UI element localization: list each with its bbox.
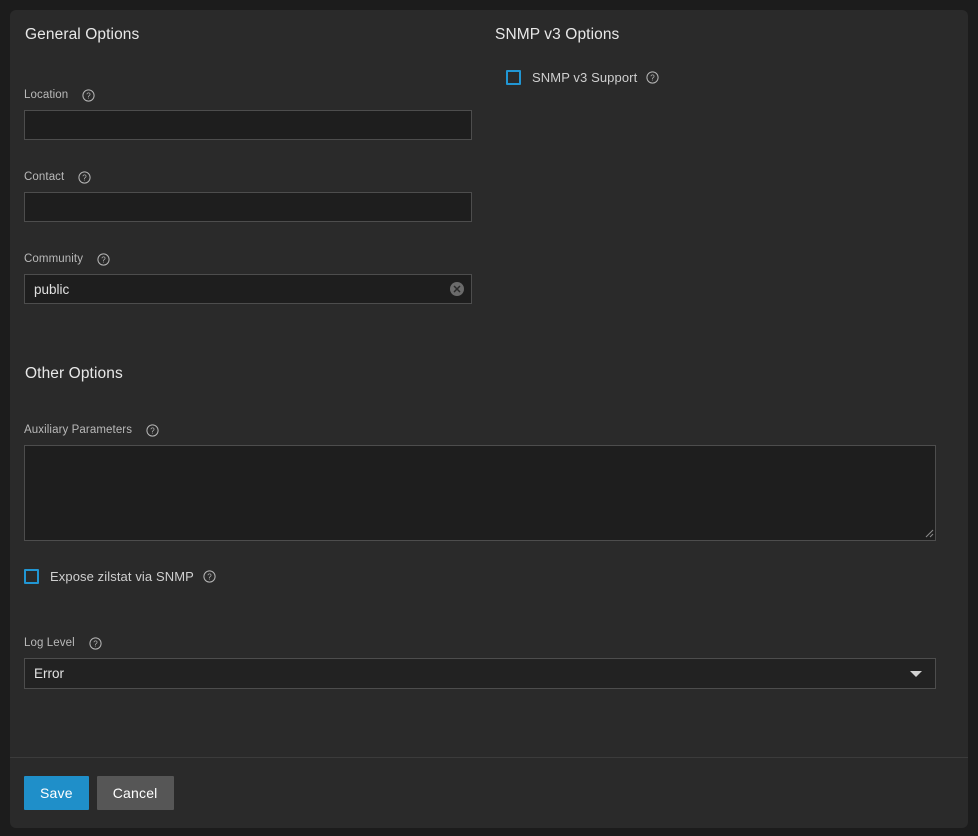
clear-circle-icon[interactable] [450,282,464,296]
help-circle-icon[interactable]: ? [646,71,659,84]
help-circle-icon[interactable]: ? [89,636,102,650]
cancel-button[interactable]: Cancel [96,776,174,810]
help-circle-icon[interactable]: ? [146,423,159,437]
contact-label-row: Contact ? [24,170,494,184]
svg-text:?: ? [83,173,88,182]
log-level-select-wrap: Error [24,658,936,689]
location-field: Location ? [24,88,494,140]
auxiliary-parameters-field: Auxiliary Parameters ? [24,423,954,541]
log-level-select[interactable]: Error [24,658,936,689]
help-circle-icon[interactable]: ? [82,88,95,102]
auxiliary-parameters-label-row: Auxiliary Parameters ? [24,423,954,437]
contact-label: Contact [24,171,65,183]
log-level-label: Log Level [24,637,75,649]
expose-zilstat-label: Expose zilstat via SNMP [50,569,194,584]
log-level-label-row: Log Level ? [24,636,954,650]
other-options-title: Other Options [25,365,123,382]
svg-text:?: ? [101,255,106,264]
snmp-v3-support-row[interactable]: SNMP v3 Support ? [506,70,954,85]
general-options-title: General Options [25,26,140,43]
help-circle-icon[interactable]: ? [203,570,216,583]
snmp-v3-options-title: SNMP v3 Options [495,26,620,43]
settings-form-body: General Options Location ? Contact ? Com… [10,10,968,757]
contact-input-wrap [24,192,472,222]
save-button[interactable]: Save [24,776,89,810]
snmp-settings-card: General Options Location ? Contact ? Com… [10,10,968,828]
snmp-v3-support-checkbox[interactable] [506,70,521,85]
other-options-section: Other Options Auxiliary Parameters ? Exp… [24,365,954,689]
community-input-wrap [24,274,472,304]
log-level-field: Log Level ? Error [24,636,954,689]
help-circle-icon[interactable]: ? [97,252,110,266]
auxiliary-parameters-label: Auxiliary Parameters [24,424,133,436]
location-input[interactable] [24,110,472,140]
location-input-wrap [24,110,472,140]
community-input[interactable] [24,274,472,304]
svg-text:?: ? [651,73,656,82]
snmp-v3-support-label: SNMP v3 Support [532,70,638,85]
community-field: Community ? [24,252,494,304]
help-circle-icon[interactable]: ? [78,170,91,184]
svg-text:?: ? [150,426,155,435]
location-label: Location [24,89,69,101]
contact-input[interactable] [24,192,472,222]
svg-text:?: ? [87,91,92,100]
form-actions-bar: Save Cancel [10,757,968,828]
community-label: Community [24,253,84,265]
contact-field: Contact ? [24,170,494,222]
auxiliary-parameters-textarea[interactable] [24,445,936,541]
svg-text:?: ? [93,639,98,648]
auxiliary-parameters-textarea-wrap [24,445,936,541]
svg-text:?: ? [207,572,212,581]
community-label-row: Community ? [24,252,494,266]
location-label-row: Location ? [24,88,494,102]
expose-zilstat-row[interactable]: Expose zilstat via SNMP ? [24,569,954,584]
expose-zilstat-checkbox[interactable] [24,569,39,584]
